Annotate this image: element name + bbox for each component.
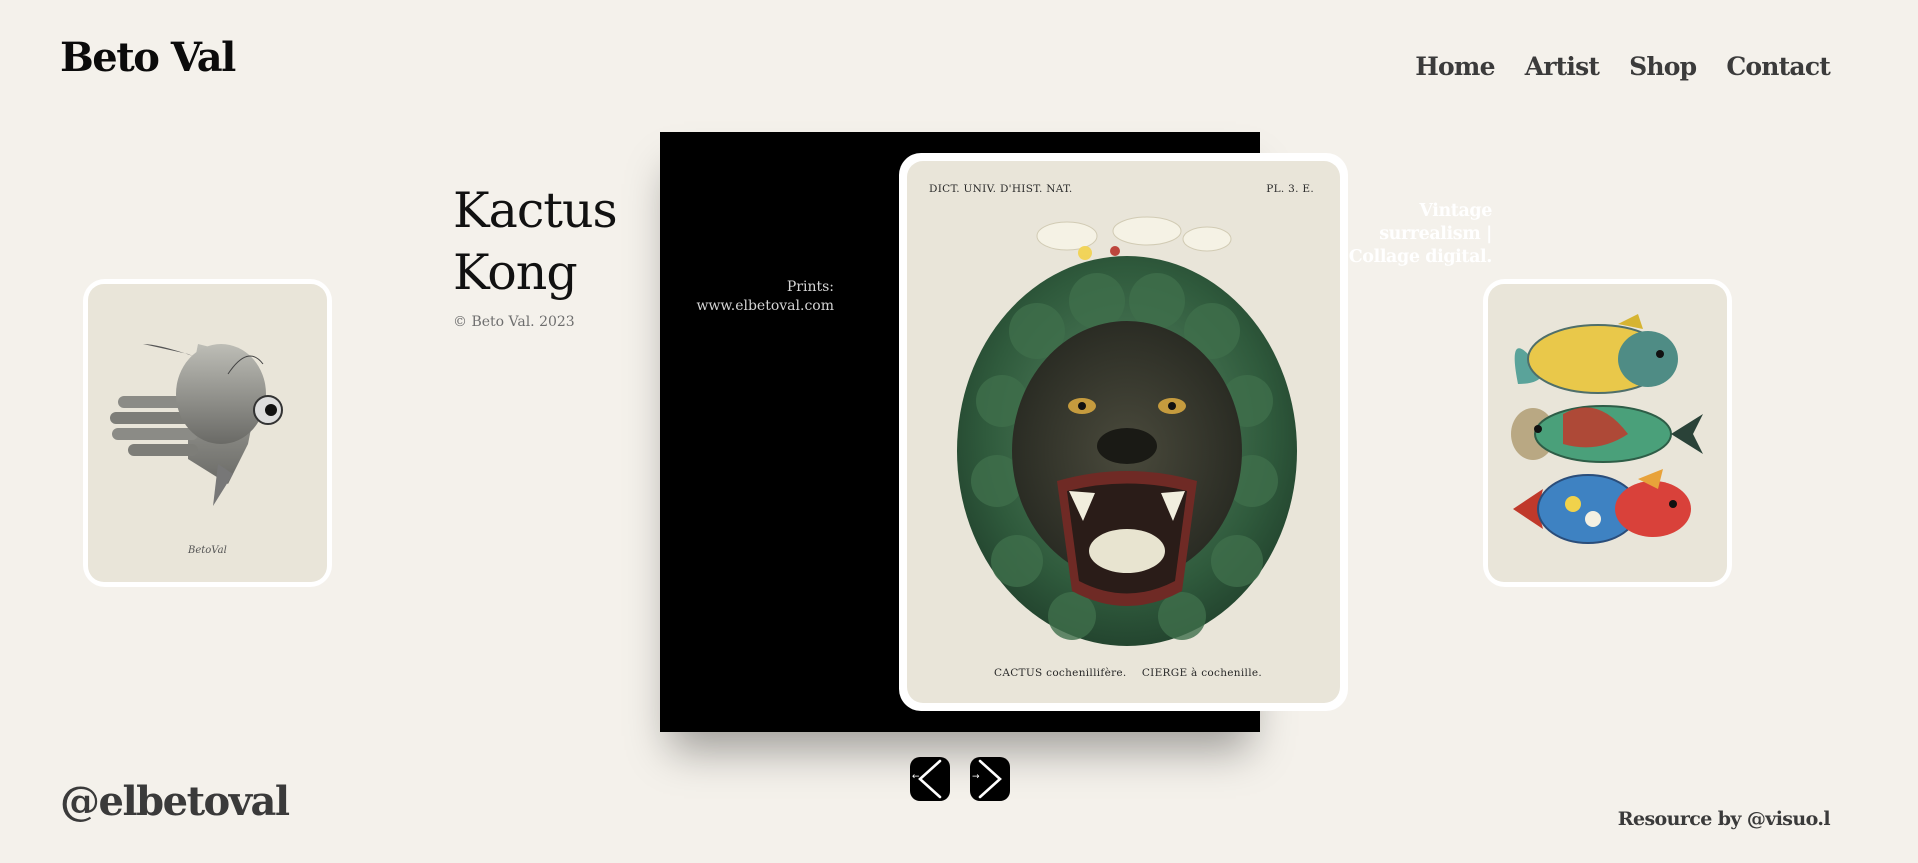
hand-fish-illustration — [110, 344, 283, 506]
prev-arrow-glyph: ← — [912, 772, 920, 782]
prints-label: Prints: — [786, 279, 834, 295]
cactus-kong-illustration — [957, 216, 1297, 646]
prints-url[interactable]: www.elbetoval.com — [654, 297, 834, 316]
artwork-copyright: © Beto Val. 2023 — [453, 314, 575, 330]
artwork-title: Kactus Kong — [453, 180, 643, 304]
nav-home[interactable]: Home — [1415, 52, 1495, 81]
social-handle[interactable]: @elbetoval — [60, 778, 290, 825]
artwork-title-line2: Kong — [453, 244, 578, 301]
plate-header-left: DICT. UNIV. D'HIST. NAT. — [929, 183, 1073, 195]
prints-info: Prints: www.elbetoval.com — [654, 278, 834, 316]
nav-shop[interactable]: Shop — [1629, 52, 1697, 81]
artwork-image-hand-fish: BetoVal — [88, 284, 327, 582]
artwork-card-current[interactable]: DICT. UNIV. D'HIST. NAT. PL. 3. E. CACTU… — [899, 153, 1348, 711]
nav-artist[interactable]: Artist — [1525, 52, 1600, 81]
next-arrow-glyph: → — [972, 772, 980, 782]
plate-caption-right: CIERGE à cochenille. — [1141, 667, 1262, 679]
plate-header-right: PL. 3. E. — [1266, 183, 1314, 195]
plate-caption-left: CACTUS cochenillifère. — [994, 667, 1127, 679]
artwork-image-fish-vases — [1488, 284, 1727, 582]
nav-contact[interactable]: Contact — [1726, 52, 1830, 81]
main-nav: Home Artist Shop Contact — [1415, 52, 1831, 81]
brand-logo[interactable]: Beto Val — [60, 34, 236, 81]
artwork-card-previous[interactable]: BetoVal — [83, 279, 332, 587]
resource-credit[interactable]: Resource by @visuo.l — [1618, 808, 1831, 830]
artwork-title-line1: Kactus — [453, 182, 618, 239]
prev-slide-button[interactable]: ← — [910, 757, 950, 801]
fish-vases-illustration — [1511, 314, 1703, 544]
next-slide-button[interactable]: → — [970, 757, 1010, 801]
artwork-image-cactus-kong: DICT. UNIV. D'HIST. NAT. PL. 3. E. CACTU… — [907, 161, 1340, 703]
artwork-signature: BetoVal — [188, 545, 227, 556]
artwork-description: Vintage surrealism | Collage digital. — [1348, 201, 1493, 267]
artwork-card-next[interactable] — [1483, 279, 1732, 587]
